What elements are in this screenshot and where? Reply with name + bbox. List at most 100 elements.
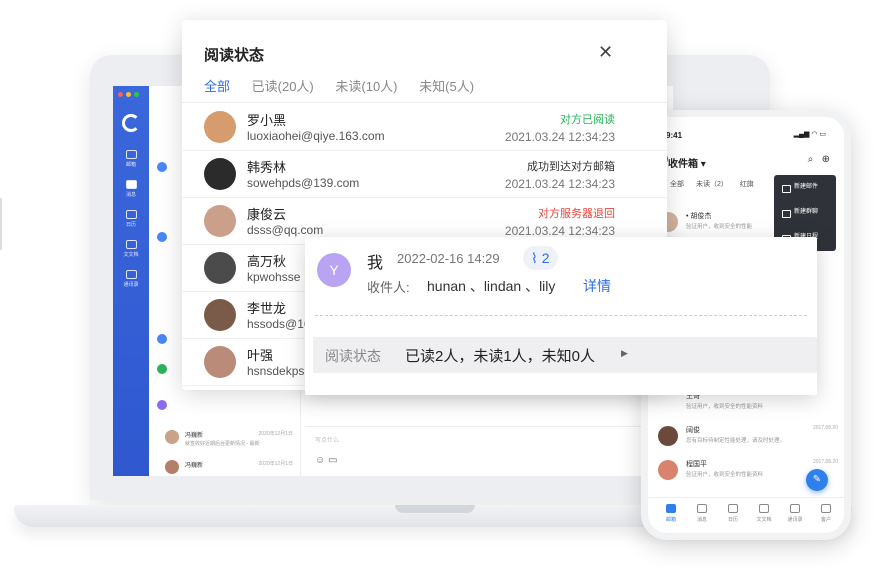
phone-tabs: 全部 未读（2） 红旗 — [670, 179, 764, 189]
nav-mail[interactable]: 邮箱 — [656, 504, 686, 523]
avatar — [204, 299, 236, 331]
recipient-email: kpwohsse — [247, 270, 301, 284]
nav-calendar[interactable]: 日历 — [718, 504, 748, 523]
sender-name: 我 — [367, 255, 384, 272]
unread-dot — [157, 364, 167, 374]
avatar — [204, 346, 236, 378]
recipient-email: hsnsdekps — [247, 364, 305, 378]
search-icon[interactable]: ⌕ — [808, 154, 814, 165]
recipient-name: 李世龙 — [247, 301, 287, 316]
tab-unread[interactable]: 未读(10人) — [335, 79, 397, 94]
laptop-notch — [395, 505, 475, 513]
list-item[interactable]: 冯巍新 2020年12月1日 就签收好近期后台更新情况 - 最新 — [155, 428, 295, 456]
avatar — [658, 460, 678, 480]
divider — [182, 102, 667, 103]
avatar — [204, 252, 236, 284]
read-status-label: 阅读状态 — [325, 348, 381, 364]
app-sidebar: 邮箱 消息 日历 文文档 通讯录 — [113, 86, 149, 476]
emoji-icon[interactable]: ☺ — [315, 455, 325, 466]
side-nav-contacts[interactable]: 通讯录 — [113, 270, 149, 288]
decorative-edge — [0, 198, 8, 250]
attachment-badge[interactable]: ⌇ 2 — [523, 246, 558, 270]
compose-fab-button[interactable]: ✎ — [806, 469, 828, 491]
unread-dot — [157, 232, 167, 242]
tab-all[interactable]: 全部 — [204, 79, 230, 94]
folder-icon[interactable]: ▭ — [328, 455, 337, 466]
nav-customers[interactable]: 客户 — [811, 504, 841, 523]
details-link[interactable]: 详情 — [583, 276, 611, 296]
compose-tools: ☺ ▭ — [315, 455, 337, 466]
avatar — [204, 205, 236, 237]
window-maximize-dot[interactable] — [134, 92, 139, 97]
tab-all[interactable]: 全部 — [670, 181, 684, 188]
phone-bottom-nav: 邮箱 消息 日历 文文档 通讯录 客户 — [648, 497, 844, 533]
unread-dot — [157, 162, 167, 172]
avatar — [165, 460, 179, 474]
customer-icon — [821, 504, 831, 513]
contacts-icon — [125, 270, 137, 279]
tab-flagged[interactable]: 红旗 — [740, 181, 754, 188]
delivery-status: 成功到达对方邮箱 — [527, 161, 615, 173]
recipient-email: hssods@16 — [247, 317, 311, 331]
avatar — [204, 158, 236, 190]
list-item[interactable] — [155, 394, 295, 422]
phone-toolbar: ⌕ ⊕ — [808, 154, 830, 165]
tab-unknown[interactable]: 未知(5人) — [419, 79, 474, 94]
tab-unread[interactable]: 未读（2） — [696, 181, 728, 188]
recipient-name: 叶强 — [247, 348, 274, 363]
dialog-title: 阅读状态 — [204, 47, 265, 64]
recipient-row[interactable]: 罗小黑 luoxiaohei@qiye.163.com 对方已阅读 2021.03.2… — [182, 104, 667, 151]
message-card: Y 我 2022-02-16 14:29 ⌇ 2 收件人: hunan 、lin… — [305, 237, 817, 395]
recipient-name: 罗小黑 — [247, 113, 287, 128]
phone-list-item[interactable]: 阔俊 2017.08.20 您有目标待制定性能处理，请及时处理。 — [658, 423, 838, 457]
window-close-dot[interactable] — [118, 92, 123, 97]
delivery-status: 对方已阅读 — [560, 114, 615, 126]
add-icon[interactable]: ⊕ — [822, 154, 830, 165]
read-status-bar[interactable]: 阅读状态 已读2人，未读1人，未知0人 ▶ — [313, 337, 817, 373]
app-logo-icon — [122, 114, 140, 132]
recipient-name: 高万秋 — [247, 254, 287, 269]
status-time: 2021.03.24 12:34:23 — [504, 177, 615, 191]
status-time: 2021.03.24 12:34:23 — [504, 224, 615, 238]
phone-clock: 9:41 — [666, 131, 683, 140]
pencil-icon: ✎ — [812, 474, 822, 485]
menu-new-mail[interactable]: 新建邮件 — [774, 175, 836, 200]
message-icon — [697, 504, 707, 513]
recipient-name: 康俊云 — [247, 207, 287, 222]
contacts-icon — [790, 504, 800, 513]
nav-messages[interactable]: 消息 — [687, 504, 717, 523]
phone-status-icons: ▂▄▆ ◠ ▭ — [793, 131, 826, 138]
recipients-list: hunan 、lindan 、lily — [427, 278, 556, 294]
calendar-icon — [125, 210, 137, 219]
status-time: 2021.03.24 12:34:23 — [504, 130, 615, 144]
tab-read[interactable]: 已读(20人) — [252, 79, 314, 94]
recipient-email: luoxiaohei@qiye.163.com — [247, 129, 385, 143]
side-nav-docs[interactable]: 文文档 — [113, 240, 149, 258]
chevron-right-icon: ▶ — [621, 348, 628, 358]
side-nav-mail[interactable]: 邮箱 — [113, 150, 149, 168]
recipient-email: sowehpds@139.com — [247, 176, 360, 190]
nav-contacts[interactable]: 通讯录 — [780, 504, 810, 523]
side-nav-calendar[interactable]: 日历 — [113, 210, 149, 228]
status-tabs: 全部 已读(20人) 未读(10人) 未知(5人) — [204, 76, 492, 95]
mail-icon — [125, 150, 137, 159]
close-icon[interactable]: ✕ — [598, 42, 613, 63]
recipient-row[interactable]: 韩秀林 sowehpds@139.com 成功到达对方邮箱 2021.03.24 12… — [182, 151, 667, 198]
recipients-label: 收件人: — [367, 280, 410, 295]
nav-docs[interactable]: 文文档 — [749, 504, 779, 523]
avatar — [658, 426, 678, 446]
side-nav-messages[interactable]: 消息 — [113, 180, 149, 198]
compose-input[interactable]: 写点什么 — [315, 435, 339, 444]
compose-bar: 写点什么 ☺ ▭ — [305, 426, 665, 476]
avatar: Y — [317, 253, 351, 287]
read-status-summary: 已读2人，未读1人，未知0人 — [405, 348, 596, 365]
calendar-icon — [728, 504, 738, 513]
recipient-email: dsss@qq.com — [247, 223, 324, 237]
phone-inbox-title[interactable]: 收件箱 ▾ — [668, 155, 706, 170]
document-icon — [125, 240, 137, 249]
mail-icon — [666, 504, 676, 513]
window-minimize-dot[interactable] — [126, 92, 131, 97]
delivery-status: 对方服务器退回 — [538, 208, 615, 220]
list-item[interactable]: 冯巍新 2020年12月1日 — [155, 458, 295, 476]
message-icon — [125, 180, 137, 189]
